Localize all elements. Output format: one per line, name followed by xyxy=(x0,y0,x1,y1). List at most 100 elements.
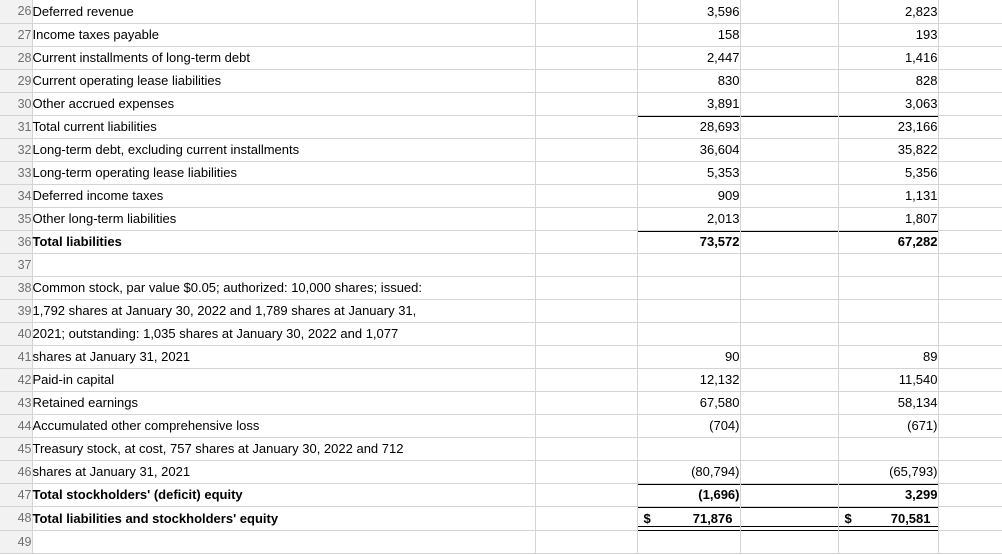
value-cell-c-32[interactable]: 36,604 xyxy=(637,138,741,162)
row-header-34[interactable]: 34 xyxy=(0,184,33,208)
row-header-48[interactable]: 48 xyxy=(0,506,33,531)
label-cell-30[interactable]: Other accrued expenses xyxy=(32,92,536,116)
value-cell-c-39[interactable] xyxy=(637,299,741,323)
row-header-44[interactable]: 44 xyxy=(0,414,33,438)
spacer-cell-d-29[interactable] xyxy=(740,69,839,93)
row-header-42[interactable]: 42 xyxy=(0,368,33,392)
value-cell-e-31[interactable]: 23,166 xyxy=(838,115,939,139)
value-cell-c-40[interactable] xyxy=(637,322,741,346)
table-row[interactable]: 27 Income taxes payable 158 193 xyxy=(0,23,1002,47)
spacer-cell-d-37[interactable] xyxy=(740,253,839,277)
spacer-cell-b-31[interactable] xyxy=(535,115,638,139)
spacer-cell-d-34[interactable] xyxy=(740,184,839,208)
value-cell-e-36[interactable]: 67,282 xyxy=(838,230,939,254)
spacer-cell-f-45[interactable] xyxy=(938,437,1002,461)
spacer-cell-f-49[interactable] xyxy=(938,530,1002,554)
spacer-cell-b-34[interactable] xyxy=(535,184,638,208)
spacer-cell-b-26[interactable] xyxy=(535,0,638,24)
table-row[interactable]: 44 Accumulated other comprehensive loss (7… xyxy=(0,414,1002,438)
label-cell-46[interactable]: shares at January 31, 2021 xyxy=(32,460,536,484)
spacer-cell-d-45[interactable] xyxy=(740,437,839,461)
row-header-46[interactable]: 46 xyxy=(0,460,33,484)
value-cell-e-27[interactable]: 193 xyxy=(838,23,939,47)
spacer-cell-f-30[interactable] xyxy=(938,92,1002,116)
value-cell-c-37[interactable] xyxy=(637,253,741,277)
row-header-36[interactable]: 36 xyxy=(0,230,33,254)
label-cell-41[interactable]: shares at January 31, 2021 xyxy=(32,345,536,369)
spacer-cell-f-34[interactable] xyxy=(938,184,1002,208)
spacer-cell-d-47[interactable] xyxy=(740,483,839,507)
label-cell-36[interactable]: Total liabilities xyxy=(32,230,536,254)
value-cell-e-29[interactable]: 828 xyxy=(838,69,939,93)
row-header-41[interactable]: 41 xyxy=(0,345,33,369)
spacer-cell-f-28[interactable] xyxy=(938,46,1002,70)
table-row[interactable]: 32 Long-term debt, excluding current inst… xyxy=(0,138,1002,162)
spacer-cell-f-36[interactable] xyxy=(938,230,1002,254)
table-row[interactable]: 41 shares at January 31, 2021 90 89 xyxy=(0,345,1002,369)
label-cell-27[interactable]: Income taxes payable xyxy=(32,23,536,47)
value-cell-e-47[interactable]: 3,299 xyxy=(838,483,939,507)
value-cell-e-45[interactable] xyxy=(838,437,939,461)
value-cell-e-49[interactable] xyxy=(838,530,939,554)
label-cell-28[interactable]: Current installments of long-term debt xyxy=(32,46,536,70)
value-cell-e-48[interactable]: $70,581 xyxy=(838,506,939,531)
row-header-40[interactable]: 40 xyxy=(0,322,33,346)
spacer-cell-f-37[interactable] xyxy=(938,253,1002,277)
row-header-49[interactable]: 49 xyxy=(0,530,33,554)
label-cell-35[interactable]: Other long-term liabilities xyxy=(32,207,536,231)
spacer-cell-d-48[interactable] xyxy=(740,506,839,531)
value-cell-c-27[interactable]: 158 xyxy=(637,23,741,47)
spacer-cell-b-42[interactable] xyxy=(535,368,638,392)
spacer-cell-d-43[interactable] xyxy=(740,391,839,415)
row-header-30[interactable]: 30 xyxy=(0,92,33,116)
value-cell-e-34[interactable]: 1,131 xyxy=(838,184,939,208)
label-cell-29[interactable]: Current operating lease liabilities xyxy=(32,69,536,93)
value-cell-e-46[interactable]: (65,793) xyxy=(838,460,939,484)
table-row[interactable]: 33 Long-term operating lease liabilities 5… xyxy=(0,161,1002,185)
row-header-26[interactable]: 26 xyxy=(0,0,33,24)
spacer-cell-b-38[interactable] xyxy=(535,276,638,300)
value-cell-e-32[interactable]: 35,822 xyxy=(838,138,939,162)
table-row[interactable]: 26 Deferred revenue 3,596 2,823 xyxy=(0,0,1002,24)
label-cell-45[interactable]: Treasury stock, at cost, 757 shares at J… xyxy=(32,437,536,461)
spacer-cell-b-37[interactable] xyxy=(535,253,638,277)
label-cell-40[interactable]: 2021; outstanding: 1,035 shares at Janua… xyxy=(32,322,536,346)
table-row[interactable]: 39 1,792 shares at January 30, 2022 and 1… xyxy=(0,299,1002,323)
label-cell-48[interactable]: Total liabilities and stockholders' equi… xyxy=(32,506,536,531)
value-cell-c-44[interactable]: (704) xyxy=(637,414,741,438)
label-cell-31[interactable]: Total current liabilities xyxy=(32,115,536,139)
spacer-cell-b-46[interactable] xyxy=(535,460,638,484)
value-cell-c-48[interactable]: $71,876 xyxy=(637,506,741,531)
row-header-37[interactable]: 37 xyxy=(0,253,33,277)
spacer-cell-d-42[interactable] xyxy=(740,368,839,392)
row-header-35[interactable]: 35 xyxy=(0,207,33,231)
spreadsheet-canvas[interactable]: 26 Deferred revenue 3,596 2,823 27 Income tax… xyxy=(0,0,1002,555)
spacer-cell-d-32[interactable] xyxy=(740,138,839,162)
spacer-cell-f-38[interactable] xyxy=(938,276,1002,300)
spacer-cell-b-39[interactable] xyxy=(535,299,638,323)
row-header-39[interactable]: 39 xyxy=(0,299,33,323)
table-row[interactable]: 48 Total liabilities and stockholders' eq… xyxy=(0,506,1002,531)
table-row[interactable]: 35 Other long-term liabilities 2,013 1,807 xyxy=(0,207,1002,231)
value-cell-c-29[interactable]: 830 xyxy=(637,69,741,93)
value-cell-e-44[interactable]: (671) xyxy=(838,414,939,438)
row-header-33[interactable]: 33 xyxy=(0,161,33,185)
value-cell-c-31[interactable]: 28,693 xyxy=(637,115,741,139)
spacer-cell-f-32[interactable] xyxy=(938,138,1002,162)
table-row[interactable]: 31 Total current liabilities 28,693 23,166 xyxy=(0,115,1002,139)
spacer-cell-f-33[interactable] xyxy=(938,161,1002,185)
value-cell-c-35[interactable]: 2,013 xyxy=(637,207,741,231)
spacer-cell-f-27[interactable] xyxy=(938,23,1002,47)
spacer-cell-d-39[interactable] xyxy=(740,299,839,323)
value-cell-e-37[interactable] xyxy=(838,253,939,277)
value-cell-e-41[interactable]: 89 xyxy=(838,345,939,369)
label-cell-43[interactable]: Retained earnings xyxy=(32,391,536,415)
spacer-cell-b-30[interactable] xyxy=(535,92,638,116)
label-cell-34[interactable]: Deferred income taxes xyxy=(32,184,536,208)
value-cell-c-26[interactable]: 3,596 xyxy=(637,0,741,24)
spacer-cell-b-47[interactable] xyxy=(535,483,638,507)
row-header-29[interactable]: 29 xyxy=(0,69,33,93)
spacer-cell-d-36[interactable] xyxy=(740,230,839,254)
spacer-cell-d-33[interactable] xyxy=(740,161,839,185)
spacer-cell-b-44[interactable] xyxy=(535,414,638,438)
